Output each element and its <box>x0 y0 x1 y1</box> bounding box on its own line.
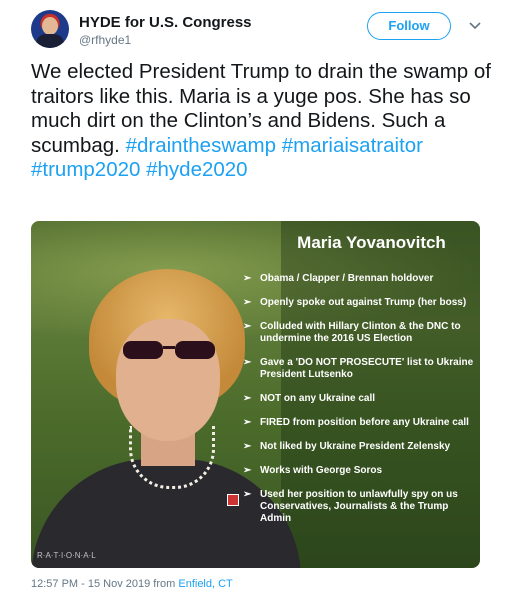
list-item: ➢ Openly spoke out against Trump (her bos… <box>243 297 477 309</box>
arrow-icon: ➢ <box>243 297 252 308</box>
list-item: ➢ Obama / Clapper / Brennan holdover <box>243 273 477 285</box>
follow-button[interactable]: Follow <box>367 12 451 40</box>
tweet-text: We elected President Trump to drain the … <box>31 60 491 183</box>
arrow-icon: ➢ <box>243 489 252 500</box>
arrow-icon: ➢ <box>243 417 252 428</box>
arrow-icon: ➢ <box>243 441 252 452</box>
bullet-text: Used her position to unlawfully spy on u… <box>260 489 458 524</box>
chevron-down-icon[interactable] <box>468 18 482 32</box>
bullet-text: Works with George Soros <box>260 465 383 476</box>
bullet-text: FIRED from position before any Ukraine c… <box>260 417 469 428</box>
handle[interactable]: @rfhyde1 <box>79 33 131 47</box>
avatar-suit <box>36 34 64 48</box>
avatar[interactable] <box>31 10 69 48</box>
bullet-text: Not liked by Ukraine President Zelensky <box>260 441 451 452</box>
card-title: Maria Yovanovitch <box>297 233 446 252</box>
bullet-text: Colluded with Hillary Clinton & the DNC … <box>260 321 461 344</box>
hashtag-link[interactable]: #hyde2020 <box>146 158 247 181</box>
hashtag-link[interactable]: #mariaisatraitor <box>282 134 423 157</box>
arrow-icon: ➢ <box>243 393 252 404</box>
avatar-face <box>42 17 58 35</box>
list-item: ➢ Used her position to unlawfully spy on … <box>243 489 477 525</box>
display-name[interactable]: HYDE for U.S. Congress <box>79 14 252 31</box>
list-item: ➢ Gave a 'DO NOT PROSECUTE' list to Ukrai… <box>243 357 477 381</box>
list-item: ➢ Not liked by Ukraine President Zelensky <box>243 441 477 453</box>
tweet-media-image[interactable]: R·A·T·I·O·N·A·L Maria Yovanovitch ➢ Obama… <box>31 221 480 568</box>
timestamp[interactable]: 12:57 PM - 15 Nov 2019 from <box>31 578 175 590</box>
list-item: ➢ Works with George Soros <box>243 465 477 477</box>
list-item: ➢ FIRED from position before any Ukraine … <box>243 417 477 429</box>
arrow-icon: ➢ <box>243 357 252 368</box>
bullet-text: Openly spoke out against Trump (her boss… <box>260 297 467 308</box>
bullet-text: Gave a 'DO NOT PROSECUTE' list to Ukrain… <box>260 357 474 380</box>
sunglasses-icon <box>123 341 215 359</box>
bullet-text: NOT on any Ukraine call <box>260 393 376 404</box>
tweet-footer: 12:57 PM - 15 Nov 2019 from Enfield, CT <box>31 578 233 590</box>
hashtag-link[interactable]: #draintheswamp <box>126 134 276 157</box>
hashtag-link[interactable]: #trump2020 <box>31 158 140 181</box>
bullet-text: Obama / Clapper / Brennan holdover <box>260 273 434 284</box>
arrow-icon: ➢ <box>243 465 252 476</box>
location-link[interactable]: Enfield, CT <box>178 578 232 590</box>
tweet-header: HYDE for U.S. Congress @rfhyde1 Follow <box>31 8 491 52</box>
image-watermark: R·A·T·I·O·N·A·L <box>37 551 96 560</box>
arrow-icon: ➢ <box>243 273 252 284</box>
list-item: ➢ Colluded with Hillary Clinton & the DNC… <box>243 321 477 345</box>
bullet-list: ➢ Obama / Clapper / Brennan holdover ➢ Ope… <box>243 273 477 537</box>
flag-pin <box>227 494 239 506</box>
arrow-icon: ➢ <box>243 321 252 332</box>
list-item: ➢ NOT on any Ukraine call <box>243 393 477 405</box>
